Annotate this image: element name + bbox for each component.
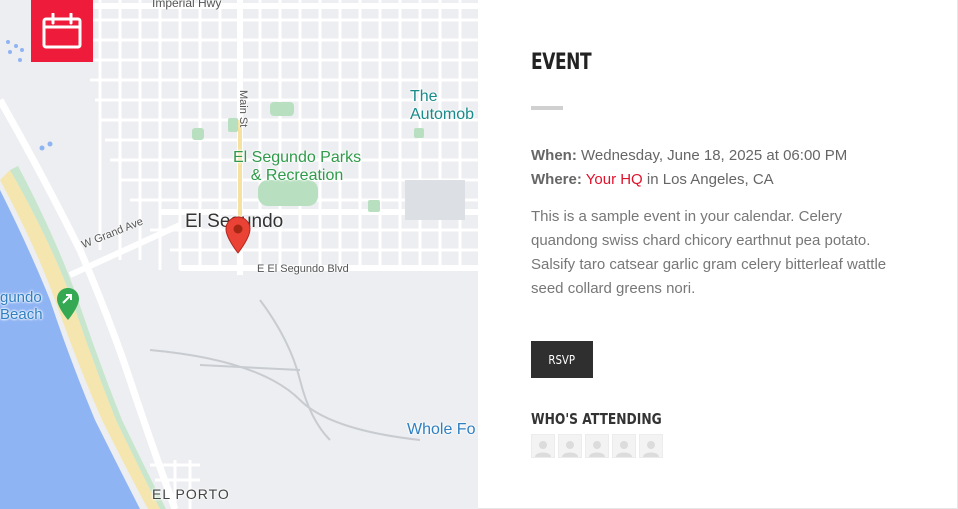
map-label-highway: Imperial Hwy: [152, 0, 222, 10]
attendee-avatar[interactable]: [558, 434, 582, 458]
attendee-avatar[interactable]: [612, 434, 636, 458]
event-when-row: When: Wednesday, June 18, 2025 at 06:00 …: [531, 144, 847, 168]
where-place-link[interactable]: Your HQ: [586, 171, 643, 188]
map-label-porto: EL PORTO: [152, 486, 230, 502]
event-details-panel: EVENT When: Wednesday, June 18, 2025 at …: [478, 0, 958, 509]
attendee-avatar[interactable]: [585, 434, 609, 458]
rsvp-button[interactable]: RSVP: [531, 341, 593, 378]
map-label-automob: The Automob: [410, 88, 475, 123]
map-label-beach: gundo Beach: [0, 289, 43, 323]
person-icon: [535, 441, 551, 457]
title-divider: [531, 106, 563, 110]
where-label: Where:: [531, 171, 582, 188]
attendee-avatar[interactable]: [531, 434, 555, 458]
calendar-icon: [42, 13, 82, 49]
person-icon: [643, 441, 659, 457]
when-label: When:: [531, 147, 577, 164]
event-meta: When: Wednesday, June 18, 2025 at 06:00 …: [531, 144, 847, 192]
when-value: Wednesday, June 18, 2025 at 06:00 PM: [581, 147, 848, 164]
map-label-parks: El Segundo Parks & Recreation: [233, 149, 362, 184]
map-label-whole: Whole Fo: [407, 421, 476, 438]
calendar-badge: [31, 0, 93, 62]
person-icon: [616, 441, 632, 457]
rsvp-label: RSVP: [548, 352, 576, 367]
attendee-list: [531, 434, 663, 458]
person-icon: [589, 441, 605, 457]
attending-title: WHO'S ATTENDING: [531, 410, 662, 428]
event-map[interactable]: Imperial Hwy Main St The Automob El Segu…: [0, 0, 478, 509]
event-where-row: Where: Your HQ in Los Angeles, CA: [531, 168, 847, 192]
map-label-blvd: E El Segundo Blvd: [257, 263, 349, 275]
location-pin-icon[interactable]: [225, 216, 251, 254]
where-suffix: in Los Angeles, CA: [646, 171, 774, 188]
event-description: This is a sample event in your calendar.…: [531, 208, 887, 297]
map-label-main-st: Main St: [237, 90, 249, 128]
beach-marker-icon[interactable]: [56, 287, 80, 321]
attendee-avatar[interactable]: [639, 434, 663, 458]
person-icon: [562, 441, 578, 457]
event-title: EVENT: [531, 50, 592, 75]
